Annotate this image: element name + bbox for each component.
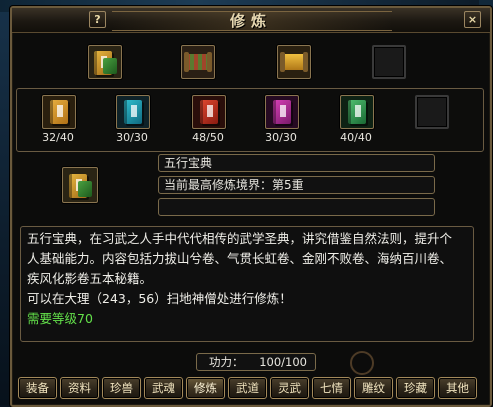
book-description: 五行宝典，在习武之人手中代代相传的武学圣典，讲究借鉴自然法则，提升个 人基础能力… [20,226,474,342]
window-title: 修炼 [229,12,272,30]
yellow-book-icon [50,100,68,124]
selected-book-slot[interactable] [62,167,98,203]
book-slot-3[interactable] [192,95,226,129]
tab-bar: 装备 资料 珍兽 武魂 修炼 武道 灵武 七情 雕纹 珍藏 其他 [18,377,484,399]
book-count-4: 30/30 [265,131,297,144]
book-slot-1[interactable] [42,95,76,129]
tab-collection[interactable]: 珍藏 [396,377,435,399]
golden-scroll-icon [280,52,308,72]
top-item-slot-1[interactable] [88,45,122,79]
green-book-icon [348,100,366,124]
green-book-overlay [78,181,92,197]
tab-emotions[interactable]: 七情 [312,377,351,399]
book-slot-2[interactable] [116,95,150,129]
tab-other[interactable]: 其他 [438,377,477,399]
required-level: 需要等级70 [27,311,93,326]
description-location: 可以在大理（243，56）扫地神僧处进行修炼！ [27,291,292,306]
cultivation-window: ? 修炼 × 32/40 30/30 48/50 30/30 40/40 五行宝… [10,6,492,407]
book-count-3: 48/50 [192,131,224,144]
top-item-slot-3[interactable] [277,45,311,79]
tab-profile[interactable]: 资料 [60,377,99,399]
tab-martial-soul[interactable]: 武魂 [144,377,183,399]
bamboo-scroll-bundle-icon [184,52,212,72]
description-line-3: 疾风化影卷五本秘籍。 [27,271,153,286]
selected-book-extra [158,198,435,216]
blue-green-book-icon [124,100,142,124]
selected-book-name: 五行宝典 [158,154,435,172]
watermark-seal-icon [350,351,374,375]
description-line-2: 人基础能力。内容包括力拔山兮卷、气贯长虹卷、金刚不败卷、海纳百川卷、 [27,251,453,266]
green-book-overlay [103,58,117,74]
book-slot-empty[interactable] [415,95,449,129]
tab-spirit-weapon[interactable]: 灵武 [270,377,309,399]
power-value: 100/100 [259,355,307,369]
watermark [374,348,493,374]
tab-engraving[interactable]: 雕纹 [354,377,393,399]
cultivation-realm: 当前最高修炼境界：第5重 [158,176,435,194]
book-slot-5[interactable] [340,95,374,129]
tab-equipment[interactable]: 装备 [18,377,57,399]
book-count-2: 30/30 [116,131,148,144]
power-label: 功力： [209,355,244,369]
tab-cultivation[interactable]: 修炼 [186,377,225,399]
red-book-icon [200,100,218,124]
book-count-1: 32/40 [42,131,74,144]
description-line-1: 五行宝典，在习武之人手中代代相传的武学圣典，讲究借鉴自然法则，提升个 [27,231,453,246]
title-bar[interactable]: ? 修炼 × [12,8,490,33]
purple-book-icon [273,100,291,124]
top-item-slot-empty[interactable] [372,45,406,79]
power-display: 功力： 100/100 [196,353,316,371]
close-button[interactable]: × [464,11,481,28]
tab-pet[interactable]: 珍兽 [102,377,141,399]
book-row-panel [16,88,484,152]
book-count-5: 40/40 [340,131,372,144]
top-item-slot-2[interactable] [181,45,215,79]
book-slot-4[interactable] [265,95,299,129]
tab-martial-way[interactable]: 武道 [228,377,267,399]
